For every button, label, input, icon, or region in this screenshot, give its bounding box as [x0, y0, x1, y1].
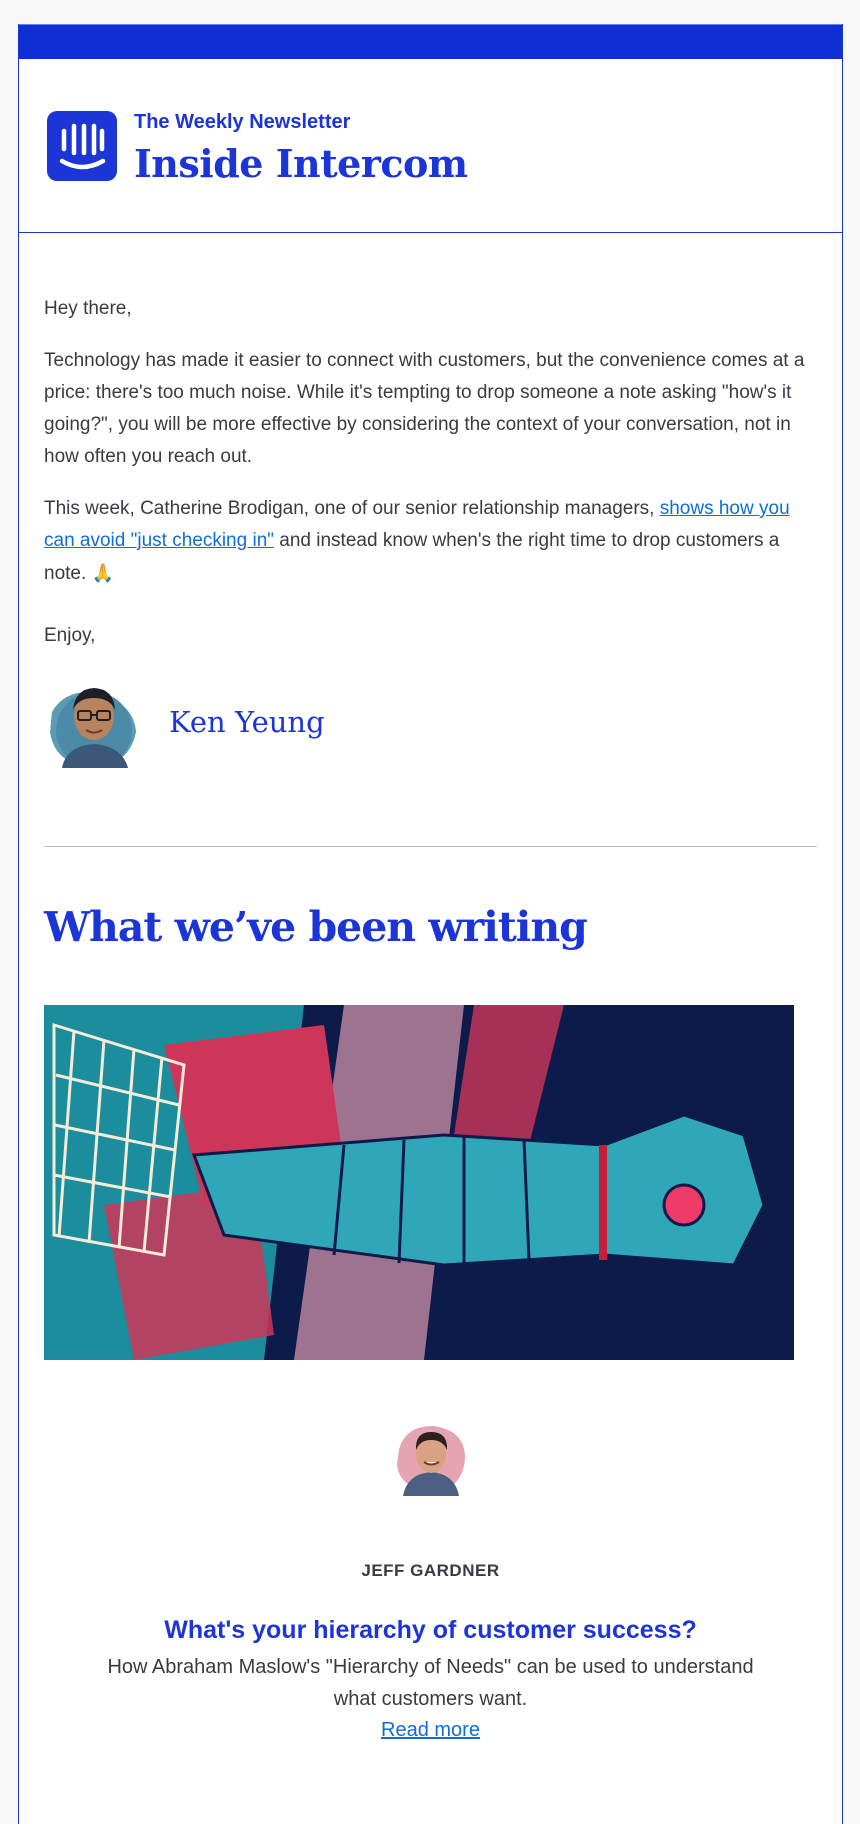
- featured-paragraph: This week, Catherine Brodigan, one of ou…: [44, 493, 817, 590]
- praying-hands-icon: 🙏: [91, 563, 114, 583]
- read-more-link[interactable]: Read more: [44, 1719, 817, 1742]
- section-divider: [44, 846, 817, 847]
- article-author: JEFF GARDNER: [361, 1561, 500, 1580]
- article-hero-image[interactable]: [44, 1005, 794, 1360]
- signoff: Enjoy,: [44, 625, 96, 646]
- top-accent-bar: [19, 24, 842, 59]
- newsletter-subtitle: The Weekly Newsletter: [134, 111, 351, 133]
- ken-yeung-avatar: [50, 688, 136, 768]
- email-body: Hey there, Technology has made it easier…: [19, 233, 842, 1742]
- signature: Ken Yeung: [44, 672, 817, 772]
- newsletter-title: Inside Intercom: [134, 141, 468, 186]
- article-description: How Abraham Maslow's "Hierarchy of Needs…: [107, 1656, 754, 1710]
- article-title[interactable]: What's your hierarchy of customer succes…: [44, 1616, 817, 1645]
- greeting: Hey there,: [44, 298, 132, 319]
- jeff-gardner-avatar: [396, 1426, 465, 1496]
- article-author-avatar-wrap: [44, 1420, 817, 1501]
- section-title: What we’ve been writing: [44, 903, 588, 951]
- intro-paragraph: Technology has made it easier to connect…: [44, 350, 805, 467]
- masthead: The Weekly Newsletter Inside Intercom: [19, 59, 842, 233]
- newsletter-email: The Weekly Newsletter Inside Intercom He…: [18, 24, 843, 1824]
- intercom-logo-icon[interactable]: [47, 111, 117, 181]
- signature-name: Ken Yeung: [169, 705, 325, 739]
- featured-text-before: This week, Catherine Brodigan, one of ou…: [44, 498, 660, 519]
